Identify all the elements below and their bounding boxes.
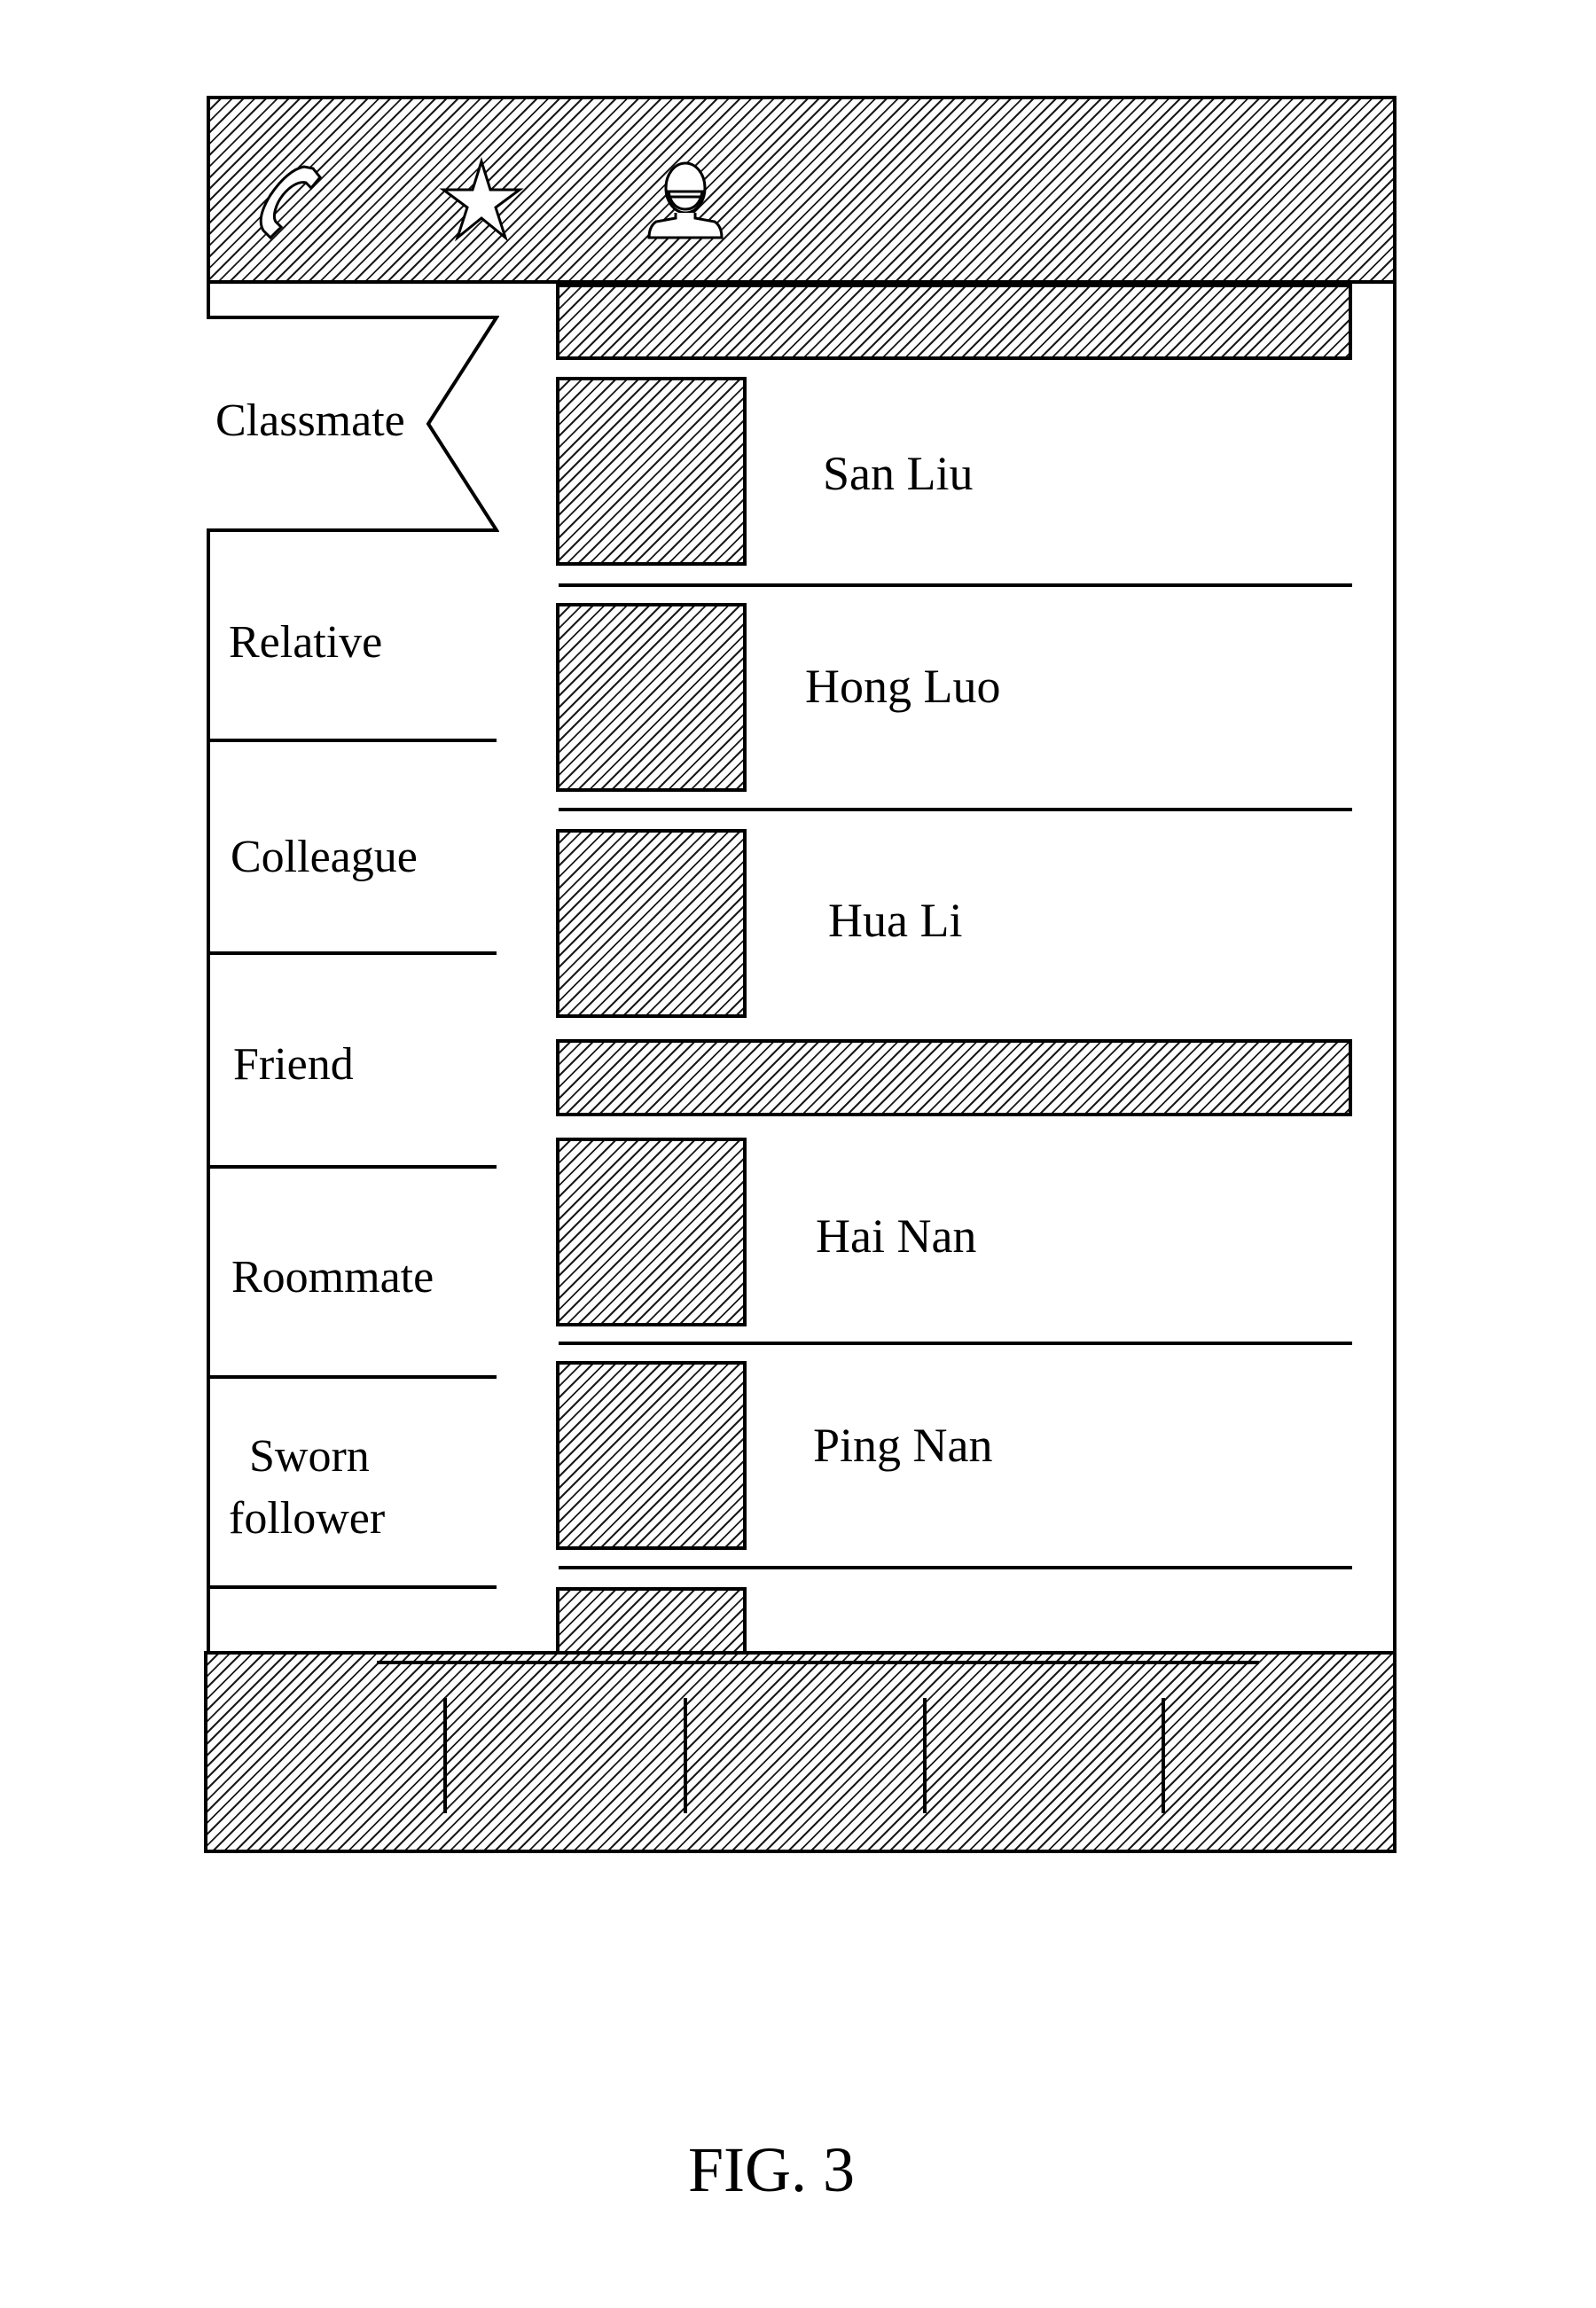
sidebar-item-classmate[interactable]: Classmate [215, 394, 405, 449]
contact-name[interactable]: Hua Li [828, 892, 962, 949]
sidebar-item-colleague[interactable]: Colleague [231, 830, 418, 885]
row-separator [559, 808, 1352, 811]
contacts-icon[interactable] [645, 160, 725, 239]
figure-caption: FIG. 3 [687, 2134, 855, 2205]
search-bar[interactable] [556, 284, 1352, 360]
footer-tab-divider [684, 1698, 687, 1813]
sidebar-divider [208, 1375, 497, 1379]
sidebar-divider [208, 739, 497, 742]
sidebar-item-friend[interactable]: Friend [233, 1037, 354, 1092]
footer-top-line [377, 1661, 1259, 1664]
contact-name[interactable]: San Liu [823, 445, 974, 502]
row-separator [559, 1342, 1352, 1345]
bottom-navigation-bar [204, 1651, 1396, 1853]
sidebar-item-sworn-follower-line1: Sworn [249, 1431, 370, 1482]
group-header-bar [556, 1039, 1352, 1116]
contact-name[interactable]: Hai Nan [816, 1208, 976, 1264]
footer-tab-divider [923, 1698, 927, 1813]
contact-avatar[interactable] [556, 829, 747, 1018]
phone-icon[interactable] [251, 160, 331, 240]
sidebar-divider [208, 1585, 497, 1589]
contact-avatar[interactable] [556, 377, 747, 566]
contact-name[interactable]: Ping Nan [813, 1417, 993, 1474]
sidebar-divider [208, 951, 497, 955]
sidebar-divider [208, 1165, 497, 1169]
star-icon[interactable] [439, 156, 524, 242]
sidebar-item-roommate[interactable]: Roommate [231, 1250, 434, 1305]
footer-tab-divider [443, 1698, 447, 1813]
contact-name[interactable]: Hong Luo [805, 658, 1000, 715]
contact-avatar[interactable] [556, 1138, 747, 1326]
row-separator [559, 1566, 1352, 1569]
row-separator [559, 583, 1352, 587]
top-navigation-bar [207, 96, 1396, 284]
contact-avatar[interactable] [556, 603, 747, 792]
sidebar-item-sworn-follower-line2: follower [229, 1493, 386, 1544]
contact-avatar-partial[interactable] [556, 1587, 747, 1655]
sidebar-item-relative[interactable]: Relative [229, 615, 382, 670]
contact-avatar[interactable] [556, 1361, 747, 1550]
footer-tab-divider [1162, 1698, 1165, 1813]
